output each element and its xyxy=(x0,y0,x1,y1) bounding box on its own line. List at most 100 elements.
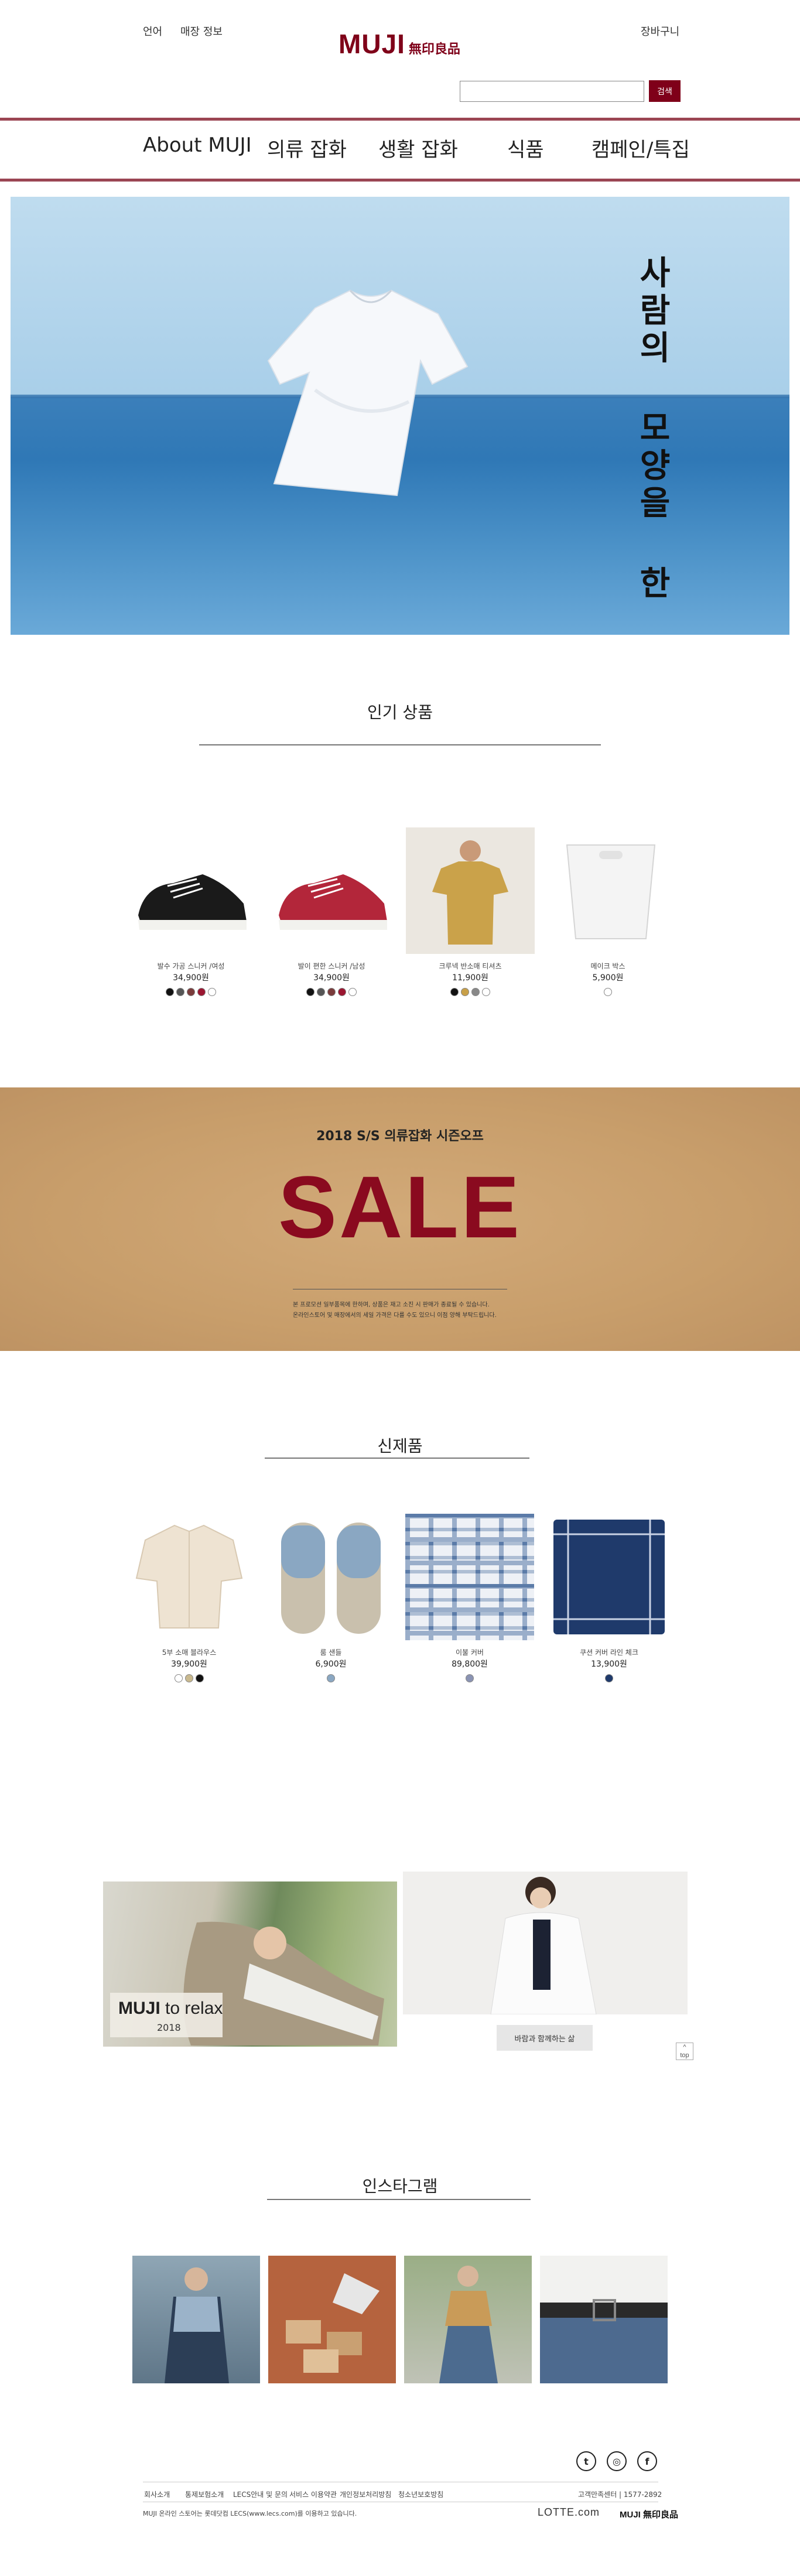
color-swatches xyxy=(127,988,255,996)
instagram-photo[interactable] xyxy=(404,2256,532,2383)
wind-life-button[interactable]: 바람과 함께하는 삶 xyxy=(497,2025,593,2051)
instagram-icon[interactable]: ◎ xyxy=(607,2451,627,2471)
logo-kanji: 無印良品 xyxy=(408,42,460,57)
color-swatches xyxy=(125,1674,254,1682)
color-swatch[interactable] xyxy=(306,988,314,996)
color-swatch[interactable] xyxy=(187,988,195,996)
color-swatch[interactable] xyxy=(327,988,336,996)
color-swatch[interactable] xyxy=(317,988,325,996)
muji-to-relax-banner[interactable]: MUJI to relax 2018 xyxy=(103,1881,397,2047)
product-name: 발이 편한 스니커 /남성 xyxy=(298,962,365,970)
arrow-up-icon: ^ xyxy=(683,2044,686,2051)
product-card[interactable]: 5부 소매 블라우스 39,900원 xyxy=(125,1514,254,1682)
product-image-red-sneaker xyxy=(267,827,396,954)
color-swatch[interactable] xyxy=(338,988,346,996)
product-card[interactable]: 이불 커버 89,800원 xyxy=(405,1514,534,1682)
popular-title-underline xyxy=(199,744,601,745)
product-name: 메이크 박스 xyxy=(590,962,625,970)
product-image-check-cover xyxy=(405,1514,534,1640)
product-price: 5,900원 xyxy=(592,973,624,983)
product-card[interactable]: 쿠션 커버 라인 체크 13,900원 xyxy=(545,1514,673,1682)
color-swatch[interactable] xyxy=(461,988,469,996)
relax-year: 2018 xyxy=(157,2022,181,2033)
color-swatch[interactable] xyxy=(208,988,216,996)
color-swatch[interactable] xyxy=(197,988,206,996)
product-image-blouse xyxy=(125,1514,254,1640)
cart-link[interactable]: 장바구니 xyxy=(641,23,679,39)
header-divider-top xyxy=(0,118,800,121)
sale-note: 본 프로모션 일부품목에 한하며, 상품은 재고 소진 시 판매가 종료될 수 … xyxy=(293,1302,490,1308)
top-label: top xyxy=(680,2052,689,2059)
color-swatch[interactable] xyxy=(166,988,174,996)
product-price: 89,800원 xyxy=(452,1660,488,1669)
color-swatches xyxy=(543,988,672,996)
nav-about-muji[interactable]: About MUJI xyxy=(143,134,252,157)
product-price: 6,900원 xyxy=(315,1660,347,1669)
product-image-sandals xyxy=(266,1514,395,1640)
color-swatch[interactable] xyxy=(605,1674,613,1682)
wind-life-banner[interactable] xyxy=(403,1872,688,2014)
language-link[interactable]: 언어 xyxy=(143,23,162,39)
color-swatch[interactable] xyxy=(604,988,612,996)
sale-note: 온라인스토어 및 매장에서의 세일 가격은 다를 수도 있으니 이점 양해 부탁… xyxy=(293,1312,497,1319)
product-card[interactable]: 발이 편한 스니커 /남성 34,900원 xyxy=(267,827,396,996)
instagram-photo[interactable] xyxy=(268,2256,396,2383)
product-image-black-sneaker xyxy=(127,827,255,954)
product-card[interactable]: 발수 가공 스니커 /여성 34,900원 xyxy=(127,827,255,996)
search-input[interactable] xyxy=(460,81,644,102)
search-button[interactable]: 검색 xyxy=(649,80,681,102)
footer-link-privacy[interactable]: 개인정보처리방침 xyxy=(340,2489,391,2499)
footer-link-insurance[interactable]: 통제보험소개 xyxy=(185,2489,224,2499)
header-divider-bottom xyxy=(0,179,800,182)
store-info-link[interactable]: 매장 정보 xyxy=(180,23,223,39)
nav-campaign[interactable]: 캠페인/특집 xyxy=(592,134,690,162)
muji-logo[interactable]: MUJI 無印良品 xyxy=(339,28,460,60)
twitter-icon[interactable]: t xyxy=(576,2451,596,2471)
color-swatches xyxy=(545,1674,673,1682)
hero-title: 사람의 모양을 한 면 xyxy=(633,255,671,635)
footer-link-lecs[interactable]: LECS안내 및 문의 xyxy=(233,2489,288,2499)
hero-banner[interactable]: 사람의 모양을 한 면 xyxy=(11,197,789,635)
facebook-icon[interactable]: f xyxy=(637,2451,657,2471)
woman-white-shirt-photo xyxy=(490,1877,597,2014)
new-items-title: 신제품 xyxy=(377,1436,423,1456)
lotte-logo[interactable]: LOTTE.com xyxy=(538,2506,600,2519)
color-swatch[interactable] xyxy=(348,988,357,996)
back-to-top-button[interactable]: ^ top xyxy=(676,2043,693,2060)
product-card[interactable]: 크루넥 반소매 티셔츠 11,900원 xyxy=(406,827,535,996)
product-price: 34,900원 xyxy=(173,973,209,983)
product-image-white-box xyxy=(543,827,672,954)
product-card[interactable]: 메이크 박스 5,900원 xyxy=(543,827,672,996)
color-swatch[interactable] xyxy=(450,988,459,996)
nav-household[interactable]: 생활 잡화 xyxy=(378,134,458,162)
product-name: 이불 커버 xyxy=(456,1648,484,1657)
footer-copyright: MUJI 온라인 스토어는 롯데닷컴 LECS(www.lecs.com)를 이… xyxy=(143,2510,357,2517)
product-card[interactable]: 룸 샌들 6,900원 xyxy=(266,1514,395,1682)
product-price: 11,900원 xyxy=(452,973,488,983)
nav-clothing[interactable]: 의류 잡화 xyxy=(267,134,347,162)
product-price: 34,900원 xyxy=(313,973,350,983)
color-swatch[interactable] xyxy=(185,1674,193,1682)
product-name: 5부 소매 블라우스 xyxy=(162,1648,217,1657)
footer-link-company[interactable]: 회사소개 xyxy=(144,2489,170,2499)
popular-title: 인기 상품 xyxy=(367,703,433,722)
sale-banner[interactable]: 2018 S/S 의류잡화 시즌오프 SALE 본 프로모션 일부품목에 한하며… xyxy=(0,1087,800,1351)
color-swatch[interactable] xyxy=(471,988,480,996)
sale-heading: SALE xyxy=(278,1158,522,1256)
color-swatch[interactable] xyxy=(196,1674,204,1682)
footer-link-terms[interactable]: 서비스 이용약관 xyxy=(289,2489,337,2499)
footer-link-youth[interactable]: 청소년보호방침 xyxy=(398,2489,443,2499)
product-name: 룸 샌들 xyxy=(320,1648,342,1657)
color-swatches xyxy=(406,988,535,996)
color-swatch[interactable] xyxy=(482,988,490,996)
instagram-title: 인스타그램 xyxy=(362,2177,438,2196)
instagram-photo[interactable] xyxy=(540,2256,668,2383)
color-swatch[interactable] xyxy=(466,1674,474,1682)
color-swatch[interactable] xyxy=(176,988,184,996)
color-swatch[interactable] xyxy=(175,1674,183,1682)
footer-muji-logo[interactable]: MUJI 無印良品 xyxy=(620,2508,678,2520)
color-swatch[interactable] xyxy=(327,1674,335,1682)
product-price: 39,900원 xyxy=(171,1660,207,1669)
instagram-photo[interactable] xyxy=(132,2256,260,2383)
nav-food[interactable]: 식품 xyxy=(507,134,544,162)
